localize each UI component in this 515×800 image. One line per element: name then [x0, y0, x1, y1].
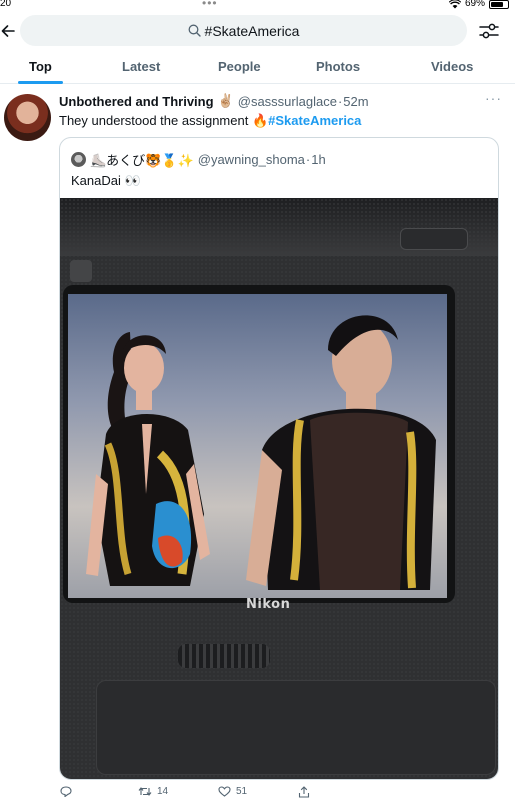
status-time: 20 [0, 0, 12, 9]
filter-icon [479, 23, 499, 39]
camera-side-button [70, 260, 92, 282]
search-input[interactable]: #SkateAmerica [20, 15, 467, 46]
quoted-author-name: ⛸️あくび🐯🥇✨ [90, 153, 194, 168]
search-filter-button[interactable] [478, 20, 500, 42]
quoted-text: KanaDai 👀 [71, 173, 141, 188]
more-icon[interactable]: ··· [485, 90, 502, 106]
camera-screen [68, 294, 447, 598]
search-tabs: Top Latest People Photos Videos [0, 52, 515, 84]
tab-videos[interactable]: Videos [431, 59, 473, 74]
tab-top[interactable]: Top [29, 59, 52, 74]
search-icon [188, 24, 201, 37]
meta-separator: · [337, 93, 343, 109]
quoted-avatar [71, 152, 86, 167]
camera-dial [178, 644, 270, 668]
quoted-handle: @yawning_shoma [197, 152, 305, 167]
tweet-actions: 14 51 [0, 786, 515, 800]
retweet-count: 14 [157, 786, 169, 797]
retweet-icon [138, 787, 152, 796]
wifi-icon [448, 0, 461, 8]
back-button[interactable] [0, 21, 16, 41]
camera-button [400, 228, 468, 250]
quoted-tweet[interactable]: ⛸️あくび🐯🥇✨ @yawning_shoma · 1h KanaDai 👀 N… [59, 137, 499, 780]
like-button[interactable]: 51 [218, 786, 247, 797]
author-handle[interactable]: @sasssurlaglace [238, 94, 337, 109]
retweet-button[interactable]: 14 [138, 786, 168, 797]
tweet-time[interactable]: 52m [343, 94, 368, 109]
skater-woman-figure [86, 332, 210, 586]
skater-man-figure [246, 315, 436, 590]
like-count: 51 [236, 786, 248, 797]
share-icon [298, 786, 310, 798]
quoted-time: 1h [311, 152, 326, 167]
author-emoji: ✌🏼 [217, 93, 234, 108]
share-button[interactable] [298, 786, 310, 798]
avatar[interactable] [4, 94, 51, 141]
battery-percent: 69% [464, 0, 485, 9]
tab-latest[interactable]: Latest [122, 59, 160, 74]
tweet-photo[interactable]: Nikon [60, 198, 498, 779]
quoted-tweet-header: ⛸️あくび🐯🥇✨ @yawning_shoma · 1h [71, 150, 326, 169]
search-query: #SkateAmerica [204, 22, 300, 39]
author-name[interactable]: Unbothered and Thriving [59, 94, 214, 109]
reply-button[interactable] [60, 786, 77, 797]
active-tab-indicator [18, 81, 63, 84]
status-bar: 20 ••• 69% [0, 0, 515, 10]
hashtag-link[interactable]: #SkateAmerica [268, 113, 361, 128]
status-right: 69% [448, 0, 509, 9]
camera-grip-panel [96, 680, 496, 775]
quoted-separator: · [305, 152, 311, 167]
tab-photos[interactable]: Photos [316, 59, 360, 74]
battery-icon [489, 0, 509, 9]
tweet-header: Unbothered and Thriving ✌🏼 @sasssurlagla… [59, 93, 369, 109]
like-icon [218, 786, 231, 797]
reply-icon [60, 786, 72, 797]
tweet-text: They understood the assignment 🔥#SkateAm… [59, 113, 361, 129]
tab-people[interactable]: People [218, 59, 261, 74]
multitask-dots-icon: ••• [202, 0, 218, 10]
back-arrow-icon [1, 25, 15, 37]
tweet-text-body: They understood the assignment [59, 113, 249, 128]
fire-emoji: 🔥 [251, 113, 269, 128]
camera-brand-label: Nikon [246, 597, 291, 612]
